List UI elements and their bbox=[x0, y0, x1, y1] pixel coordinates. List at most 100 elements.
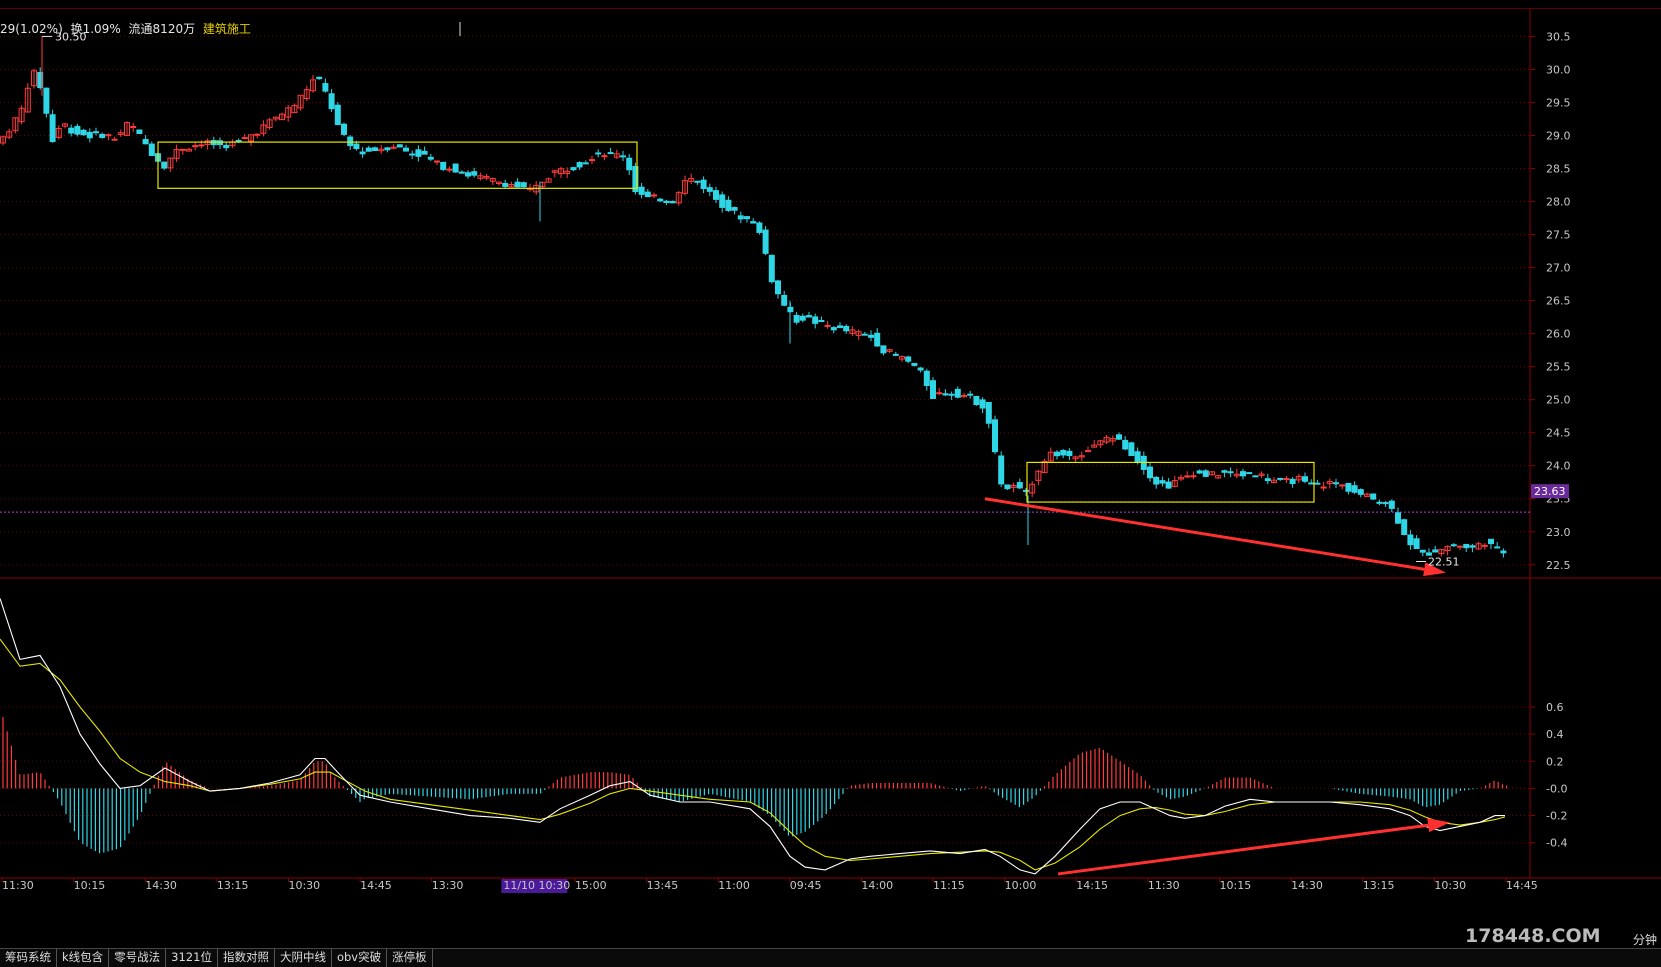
candle-body bbox=[1289, 478, 1296, 484]
candle-body bbox=[973, 395, 980, 406]
candle-body bbox=[1419, 549, 1426, 553]
candle-body bbox=[812, 316, 819, 324]
candle-body bbox=[713, 190, 719, 200]
candle-body bbox=[1488, 538, 1494, 545]
price-tick-label: 26.0 bbox=[1546, 328, 1571, 341]
candle-body bbox=[1494, 546, 1501, 549]
candle-body bbox=[347, 136, 354, 147]
time-tick-label: 14:45 bbox=[1506, 879, 1538, 892]
candle-body bbox=[793, 314, 800, 323]
price-tick-label: 27.0 bbox=[1546, 262, 1571, 275]
candle-body bbox=[43, 87, 50, 114]
candle-body bbox=[223, 144, 230, 149]
price-tick-label: 28.5 bbox=[1546, 163, 1571, 176]
candle-body bbox=[86, 131, 93, 139]
candle-body bbox=[446, 168, 453, 171]
candle-body bbox=[359, 151, 366, 155]
time-tick-label: 14:15 bbox=[1076, 879, 1108, 892]
candle-body bbox=[768, 254, 775, 283]
indicator-tab[interactable]: 筹码系统 bbox=[0, 949, 57, 967]
candle-body bbox=[111, 138, 118, 141]
candle-body bbox=[874, 332, 881, 347]
indicator-tab[interactable]: 涨停板 bbox=[387, 949, 433, 967]
candle-body bbox=[719, 194, 726, 208]
candle-body bbox=[254, 133, 261, 136]
candlestick-macd-chart[interactable]: 30.5 30.0 29.5 29.0 28.5 28.0 27.5 27.0 26.5 26.0… bbox=[0, 0, 1661, 948]
time-tick-label: 10:30 bbox=[288, 879, 320, 892]
candle-body bbox=[1339, 484, 1346, 487]
candle-body bbox=[1407, 534, 1414, 546]
candle-body bbox=[638, 186, 645, 195]
candle-body bbox=[1004, 484, 1011, 490]
candle-body bbox=[161, 161, 168, 169]
indicator-tab[interactable]: 大阴中线 bbox=[275, 949, 332, 967]
time-tick-label: 10:15 bbox=[1220, 879, 1252, 892]
price-tick-label: 25.0 bbox=[1546, 394, 1571, 407]
candle-body bbox=[1147, 466, 1153, 479]
candle-body bbox=[781, 294, 788, 306]
price-tick-label: 29.5 bbox=[1546, 96, 1571, 109]
candle-body bbox=[824, 324, 831, 327]
indicator-tab[interactable]: k线包含 bbox=[57, 949, 110, 967]
time-tick-label: 13:15 bbox=[1363, 879, 1395, 892]
site-watermark: 178448.COM bbox=[1465, 925, 1601, 947]
candle-body bbox=[471, 171, 478, 176]
candle-body bbox=[880, 345, 887, 354]
candle-body bbox=[68, 127, 75, 134]
indicator-tab[interactable]: obv突破 bbox=[332, 949, 388, 967]
candle-body bbox=[316, 76, 323, 80]
candle-body bbox=[1227, 471, 1234, 474]
candle-body bbox=[1277, 477, 1284, 480]
candle-body bbox=[403, 147, 409, 152]
candle-body bbox=[440, 161, 447, 170]
candle-body bbox=[1190, 475, 1197, 478]
candle-body bbox=[465, 172, 471, 177]
dif-line bbox=[0, 598, 1505, 875]
candle-body bbox=[434, 160, 440, 163]
time-tick-label: 13:15 bbox=[217, 879, 249, 892]
candle-body bbox=[595, 152, 602, 155]
indicator-tab[interactable]: 零号战法 bbox=[109, 949, 167, 967]
candle-body bbox=[1376, 501, 1383, 504]
candle-body bbox=[1060, 450, 1067, 456]
candle-body bbox=[706, 187, 713, 192]
candle-body bbox=[334, 104, 341, 126]
price-tick-label: 30.5 bbox=[1546, 30, 1571, 43]
candle-body bbox=[1308, 482, 1315, 485]
candle-body bbox=[601, 155, 608, 158]
indicator-tab[interactable]: 3121位 bbox=[166, 949, 218, 967]
candle-body bbox=[142, 139, 149, 145]
period-label[interactable]: 分钟 bbox=[1633, 931, 1657, 948]
price-tick-label: 26.5 bbox=[1546, 295, 1571, 308]
candle-body bbox=[967, 393, 974, 396]
candle-body bbox=[1320, 486, 1327, 489]
consolidation-boxes bbox=[157, 141, 1315, 503]
time-tick-label: 10:00 bbox=[1005, 879, 1037, 892]
candle-body bbox=[502, 182, 509, 187]
candle-body bbox=[1283, 478, 1290, 481]
candle-body bbox=[1432, 549, 1439, 553]
time-tick-label: 11:30 bbox=[2, 879, 34, 892]
price-tick-label: 28.0 bbox=[1546, 196, 1571, 209]
candle-body bbox=[651, 194, 657, 197]
candle-body bbox=[365, 147, 372, 152]
candle-body bbox=[1153, 476, 1160, 485]
candle-body bbox=[694, 180, 701, 183]
candle-body bbox=[663, 200, 670, 203]
candle-body bbox=[607, 152, 614, 155]
price-tick-label: 29.0 bbox=[1546, 129, 1571, 142]
candlesticks bbox=[0, 36, 1507, 558]
macd-tick-label: -0.2 bbox=[1546, 810, 1567, 823]
candle-body bbox=[737, 215, 744, 220]
candle-body bbox=[830, 327, 837, 331]
price-axis: 30.5 30.0 29.5 29.0 28.5 28.0 27.5 27.0 26.5 26.0… bbox=[1530, 30, 1571, 572]
candle-body bbox=[1023, 489, 1029, 492]
candle-body bbox=[1370, 493, 1377, 500]
candle-body bbox=[731, 207, 738, 211]
indicator-tab[interactable]: 指数对照 bbox=[218, 949, 275, 967]
candle-body bbox=[1333, 482, 1339, 485]
candle-body bbox=[1116, 434, 1122, 440]
candle-body bbox=[241, 137, 248, 140]
candle-body bbox=[992, 419, 998, 453]
candle-body bbox=[1401, 519, 1408, 536]
